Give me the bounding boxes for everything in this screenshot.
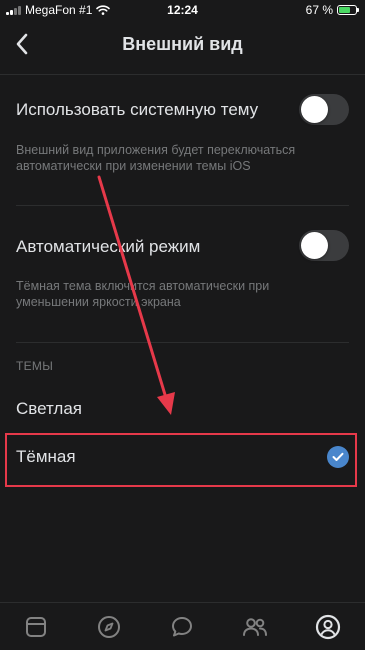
battery-percentage: 67 % [305,3,333,17]
toggle-knob [301,96,328,123]
profile-icon [315,614,341,640]
theme-option-light[interactable]: Светлая [0,387,365,431]
nav-divider [0,74,365,75]
themes-section-header: ТЕМЫ [16,359,54,373]
status-bar: MegaFon #1 12:24 67 % [0,0,365,20]
annotation-highlight-box [5,433,357,487]
auto-mode-hint: Тёмная тема включится автоматически при … [16,279,270,309]
system-theme-label: Использовать системную тему [16,100,259,119]
tab-discover[interactable] [95,613,123,641]
auto-mode-setting: Автоматический режим Тёмная тема включит… [16,230,349,310]
auto-mode-label: Автоматический режим [16,237,201,256]
system-theme-setting: Использовать системную тему Внешний вид … [16,94,349,174]
battery-icon [337,5,359,15]
tab-bar [0,602,365,650]
page-title: Внешний вид [122,34,243,54]
theme-label: Светлая [16,399,82,418]
friends-icon [243,618,267,636]
system-theme-hint: Внешний вид приложения будет переключать… [16,143,296,173]
tab-profile[interactable] [314,613,342,641]
tab-messages[interactable] [168,613,196,641]
news-feed-icon [26,617,46,637]
section-divider [16,205,349,206]
tab-friends[interactable] [241,613,269,641]
messages-icon [172,617,192,637]
auto-mode-toggle[interactable] [299,230,349,261]
screen: MegaFon #1 12:24 67 % Внешний вид Исполь… [0,0,365,650]
tab-news[interactable] [22,613,50,641]
system-theme-toggle[interactable] [299,94,349,125]
status-right: 67 % [305,3,359,17]
nav-bar: Внешний вид [0,22,365,66]
section-divider [16,342,349,343]
compass-icon [98,616,120,638]
toggle-knob [301,232,328,259]
